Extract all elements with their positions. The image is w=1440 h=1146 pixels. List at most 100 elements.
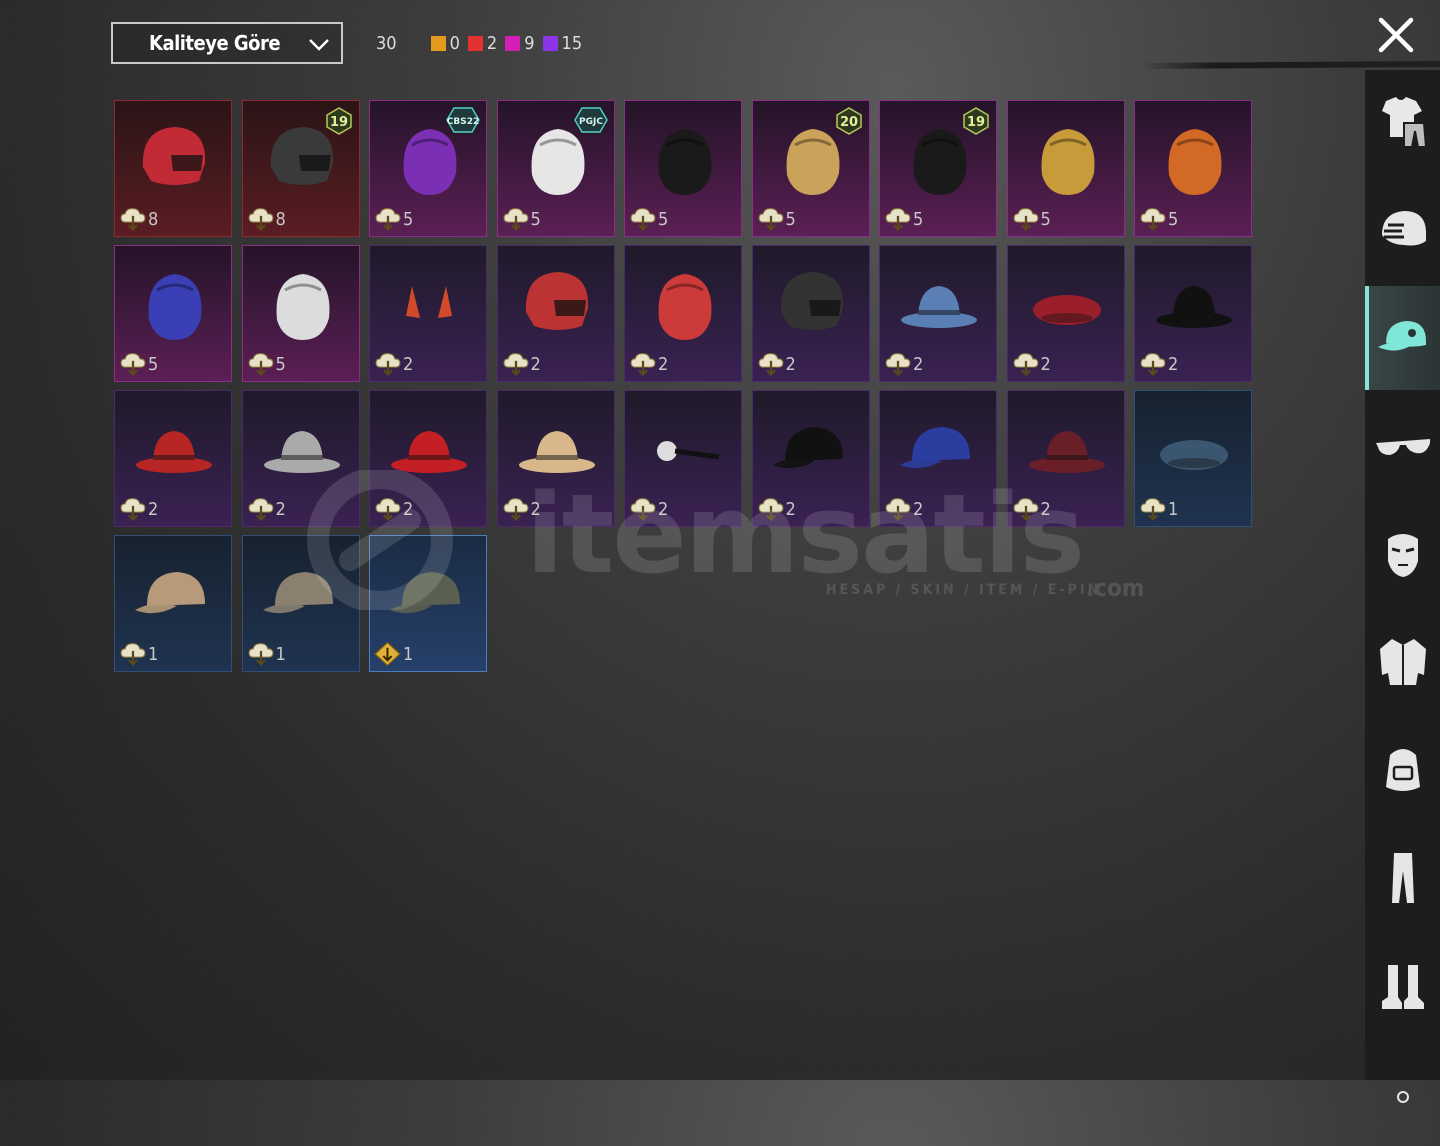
item-tile-blue-cap[interactable]: 2: [879, 390, 997, 527]
item-tile-black-dreadlocks[interactable]: 5: [624, 100, 742, 237]
item-tile-head-mirror[interactable]: 2: [624, 390, 742, 527]
item-tile-red-tech-helmet[interactable]: 8: [114, 100, 232, 237]
category-jacket[interactable]: [1365, 610, 1440, 714]
total-count: 30: [376, 32, 397, 54]
item-tile-maroon-fedora[interactable]: 2: [1006, 390, 1125, 527]
item-tile-tan-blue-cap[interactable]: 1: [241, 535, 360, 672]
item-count: 2: [119, 496, 158, 522]
blue-cap-icon: [900, 427, 970, 469]
item-count: 5: [1139, 206, 1178, 232]
category-more[interactable]: [1365, 1042, 1440, 1146]
item-count: 1: [1139, 496, 1178, 522]
category-boots[interactable]: [1365, 934, 1440, 1038]
item-count-value: 5: [1040, 208, 1051, 230]
tan-cap-icon: [135, 572, 205, 614]
item-tile-panda-mask[interactable]: PGJC 5: [496, 100, 615, 237]
item-tile-red-bucket-hat[interactable]: 2: [369, 390, 487, 527]
category-backpack[interactable]: [1365, 718, 1440, 822]
purple-count: 15: [542, 33, 582, 54]
item-tile-red-white-beanie[interactable]: 2: [624, 245, 742, 382]
season-badge: 19: [325, 107, 352, 135]
item-count: 5: [1012, 206, 1051, 232]
cap-icon: [1377, 321, 1426, 351]
red-fedora-icon: [136, 431, 212, 473]
item-tile-blue-wolf-mask[interactable]: 5: [114, 245, 232, 382]
item-count: 1: [119, 641, 158, 667]
item-count: 2: [502, 496, 541, 522]
item-count-value: 5: [148, 353, 159, 375]
item-tile-blue-beret[interactable]: 1: [1134, 390, 1252, 527]
item-tile-black-top-hat[interactable]: 2: [1134, 245, 1252, 382]
item-tile-black-red-helmet[interactable]: 19 8: [241, 100, 360, 237]
red-retro-helmet-icon: [525, 272, 588, 330]
head-mirror-icon: [657, 441, 720, 461]
cloud-download-icon: [885, 498, 911, 521]
item-tile-devil-horns[interactable]: 2: [369, 245, 487, 382]
sort-dropdown[interactable]: Kaliteye Göre: [111, 22, 343, 64]
item-count-value: 8: [148, 208, 159, 230]
category-pants[interactable]: [1365, 826, 1440, 930]
item-count: 2: [1139, 351, 1178, 377]
item-tile-red-fedora[interactable]: 2: [114, 390, 232, 527]
item-tile-camo-cap-headset[interactable]: 1: [369, 535, 487, 672]
item-tile-orange-hair-tiara[interactable]: 5: [1134, 100, 1252, 237]
item-count: 2: [374, 496, 413, 522]
category-glasses[interactable]: [1365, 394, 1440, 498]
item-count: 5: [757, 206, 796, 232]
item-tile-white-shark-hat[interactable]: 2: [241, 390, 360, 527]
mask-icon: [1387, 534, 1418, 577]
item-count: 2: [757, 351, 796, 377]
item-tile-red-beret[interactable]: 2: [1006, 245, 1125, 382]
watermark-subtext: HESAP / SKIN / ITEM / E-PIN: [826, 582, 1102, 598]
close-icon[interactable]: [1376, 15, 1416, 55]
item-tile-black-cap[interactable]: 2: [751, 390, 870, 527]
item-count: 2: [629, 351, 668, 377]
item-count: 5: [629, 206, 668, 232]
cloud-download-icon: [503, 498, 528, 521]
item-count: 5: [884, 206, 923, 232]
quality-swatch: [430, 35, 446, 51]
chevron-down-icon: [309, 39, 329, 51]
cloud-download-icon: [885, 353, 911, 376]
item-tile-luchador-mask[interactable]: 2: [751, 245, 870, 382]
item-tile-tan-cap[interactable]: 1: [114, 535, 232, 672]
category-helmet[interactable]: [1365, 178, 1440, 282]
cloud-download-icon: [503, 208, 528, 231]
cloud-download-icon: [630, 498, 656, 521]
item-count-value: 5: [913, 208, 924, 230]
item-count: 8: [247, 206, 286, 232]
item-tile-golden-crown-headdress[interactable]: 5: [1006, 100, 1125, 237]
item-count: 2: [884, 351, 923, 377]
item-tile-silver-hair-crown[interactable]: 5: [241, 245, 360, 382]
cloud-download-icon: [885, 208, 911, 231]
cloud-download-icon: [1013, 208, 1038, 231]
quality-swatch: [542, 35, 558, 51]
glasses-icon: [1375, 439, 1430, 455]
pink-count: 9: [505, 33, 535, 54]
item-count-value: 1: [275, 643, 286, 665]
outfit-icon: [1381, 97, 1427, 148]
item-tile-cake-hat[interactable]: 2: [496, 390, 615, 527]
golden-crown-headdress-icon: [1041, 129, 1094, 195]
item-count: 2: [247, 496, 286, 522]
item-count-value: 5: [275, 353, 286, 375]
item-count: 8: [119, 206, 158, 232]
item-count-value: 5: [1168, 208, 1179, 230]
shark-hat-icon: [901, 286, 977, 328]
category-outfit[interactable]: [1365, 70, 1440, 174]
camo-cap-headset-icon: [390, 572, 460, 614]
item-count-value: 2: [1168, 353, 1179, 375]
cloud-download-icon: [120, 208, 146, 231]
red-bucket-hat-icon: [391, 431, 467, 473]
item-tile-red-retro-helmet[interactable]: 2: [496, 245, 615, 382]
item-tile-black-bun-hair[interactable]: 19 5: [879, 100, 997, 237]
cloud-download-icon: [375, 353, 401, 376]
item-count: 2: [1012, 496, 1051, 522]
item-tile-blonde-hair-bunny-clip[interactable]: 20 5: [751, 100, 870, 237]
item-count-value: 1: [1168, 498, 1179, 520]
category-hat[interactable]: [1365, 286, 1440, 390]
item-count-value: 2: [275, 498, 286, 520]
item-tile-shark-hat[interactable]: 2: [879, 245, 997, 382]
item-tile-purple-blue-hair[interactable]: CBS22 5: [369, 100, 487, 237]
category-mask[interactable]: [1365, 502, 1440, 606]
